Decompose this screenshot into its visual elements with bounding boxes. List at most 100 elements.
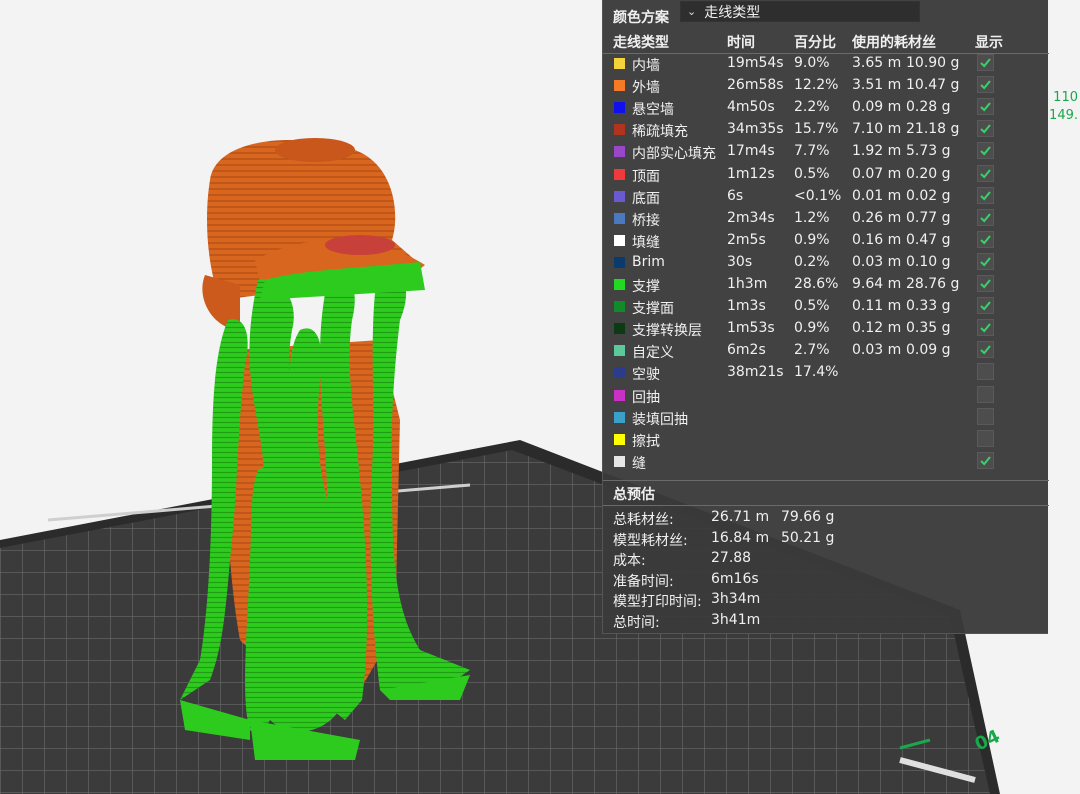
feature-weight: 0.20 g xyxy=(906,165,951,182)
feature-name: 缝 xyxy=(632,455,646,472)
visibility-checkbox[interactable] xyxy=(977,252,994,270)
checkmark-icon xyxy=(980,257,991,267)
estimate-value-2: 50.21 g xyxy=(781,529,835,546)
feature-row: 装填回抽 xyxy=(603,406,1049,428)
feature-row: 空驶 38m21s 17.4% xyxy=(603,361,1049,383)
feature-percent: 17.4% xyxy=(794,364,839,381)
visibility-checkbox[interactable] xyxy=(977,164,994,182)
feature-time: 30s xyxy=(727,253,753,270)
visibility-checkbox[interactable] xyxy=(977,363,994,381)
visibility-checkbox[interactable] xyxy=(977,54,994,71)
feature-row: 支撑 1h3m 28.6% 9.64 m 28.76 g xyxy=(603,273,1049,295)
visibility-checkbox[interactable] xyxy=(977,341,994,359)
feature-name: 填缝 xyxy=(632,234,660,251)
color-swatch xyxy=(614,433,625,445)
feature-weight: 10.90 g xyxy=(906,55,960,71)
color-swatch xyxy=(614,389,625,401)
color-scheme-label: 颜色方案 xyxy=(613,10,669,26)
header-show: 显示 xyxy=(975,35,1003,51)
estimate-title: 总预估 xyxy=(613,487,655,503)
feature-percent: 15.7% xyxy=(794,121,839,138)
feature-time: 1m53s xyxy=(727,320,775,337)
visibility-checkbox[interactable] xyxy=(977,120,994,138)
visibility-checkbox[interactable] xyxy=(977,76,994,94)
visibility-checkbox[interactable] xyxy=(977,319,994,337)
estimate-value-1: 26.71 m xyxy=(711,509,770,525)
feature-row: 自定义 6m2s 2.7% 0.03 m 0.09 g xyxy=(603,339,1049,361)
feature-length: 0.12 m xyxy=(852,320,902,337)
feature-weight: 0.35 g xyxy=(906,320,951,337)
checkmark-icon xyxy=(980,235,991,245)
estimate-row: 模型耗材丝: 16.84 m 50.21 g xyxy=(613,530,1043,550)
visibility-checkbox[interactable] xyxy=(977,297,994,315)
feature-row: 支撑面 1m3s 0.5% 0.11 m 0.33 g xyxy=(603,295,1049,317)
feature-percent: 9.0% xyxy=(794,55,830,71)
color-swatch xyxy=(614,323,625,335)
feature-length: 0.01 m xyxy=(852,187,902,204)
estimate-label: 模型耗材丝: xyxy=(613,532,688,549)
color-swatch xyxy=(614,146,625,158)
feature-time: 1m12s xyxy=(727,165,775,182)
estimate-label: 准备时间: xyxy=(613,573,674,590)
feature-percent: 2.7% xyxy=(794,342,830,359)
visibility-checkbox[interactable] xyxy=(977,208,994,226)
visibility-checkbox[interactable] xyxy=(977,385,994,403)
feature-name: 内部实心填充 xyxy=(632,146,716,163)
feature-name: Brim xyxy=(632,253,665,270)
color-swatch xyxy=(614,367,625,379)
color-swatch xyxy=(614,212,625,224)
estimate-label: 总时间: xyxy=(613,614,660,631)
feature-length: 3.51 m xyxy=(852,77,902,94)
visibility-checkbox[interactable] xyxy=(977,142,994,160)
checkmark-icon xyxy=(980,124,991,134)
feature-percent: 2.2% xyxy=(794,99,830,116)
feature-percent: 0.2% xyxy=(794,253,830,270)
feature-percent: <0.1% xyxy=(794,187,842,204)
feature-time: 34m35s xyxy=(727,121,784,138)
feature-length: 0.26 m xyxy=(852,209,902,226)
color-swatch xyxy=(614,80,625,92)
estimate-value-1: 16.84 m xyxy=(711,529,770,546)
feature-name: 底面 xyxy=(632,190,660,207)
header-filament: 使用的耗材丝 xyxy=(852,35,936,51)
visibility-checkbox[interactable] xyxy=(977,451,994,469)
feature-time: 6s xyxy=(727,187,744,204)
color-scheme-dropdown[interactable]: ⌄ 走线类型 xyxy=(680,1,920,22)
feature-name: 顶面 xyxy=(632,168,660,185)
feature-row: 稀疏填充 34m35s 15.7% 7.10 m 21.18 g xyxy=(603,118,1049,140)
feature-row: 支撑转换层 1m53s 0.9% 0.12 m 0.35 g xyxy=(603,317,1049,339)
visibility-checkbox[interactable] xyxy=(977,230,994,248)
estimate-row: 准备时间: 6m16s xyxy=(613,571,1043,591)
color-swatch xyxy=(614,102,625,114)
feature-time: 26m58s xyxy=(727,77,784,94)
estimate-label: 总耗材丝: xyxy=(613,512,674,528)
feature-weight: 0.28 g xyxy=(906,99,951,116)
header-time: 时间 xyxy=(727,35,755,51)
checkmark-icon xyxy=(980,323,991,333)
color-swatch xyxy=(614,190,625,202)
feature-weight: 21.18 g xyxy=(906,121,960,138)
feature-name: 自定义 xyxy=(632,345,674,362)
visibility-checkbox[interactable] xyxy=(977,429,994,447)
feature-percent: 0.5% xyxy=(794,298,830,315)
feature-name: 稀疏填充 xyxy=(632,124,688,141)
color-swatch xyxy=(614,58,625,69)
feature-time: 2m34s xyxy=(727,209,775,226)
estimate-divider xyxy=(603,505,1049,506)
checkmark-icon xyxy=(980,345,991,355)
checkmark-icon xyxy=(980,301,991,311)
feature-percent: 28.6% xyxy=(794,276,839,292)
visibility-checkbox[interactable] xyxy=(977,186,994,204)
visibility-checkbox[interactable] xyxy=(977,275,994,292)
color-swatch xyxy=(614,124,625,136)
feature-time: 6m2s xyxy=(727,342,766,359)
visibility-checkbox[interactable] xyxy=(977,407,994,425)
gcode-legend-panel: 颜色方案 ⌄ 走线类型 走线类型 时间 百分比 使用的耗材丝 显示 内墙 19m5… xyxy=(602,0,1049,634)
checkmark-icon xyxy=(980,213,991,223)
feature-percent: 0.9% xyxy=(794,320,830,337)
estimate-row: 总耗材丝: 26.71 m 79.66 g xyxy=(613,509,1043,529)
visibility-checkbox[interactable] xyxy=(977,98,994,116)
estimate-value-1: 6m16s xyxy=(711,570,759,587)
color-swatch xyxy=(614,279,625,290)
estimate-value-1: 27.88 xyxy=(711,550,752,566)
